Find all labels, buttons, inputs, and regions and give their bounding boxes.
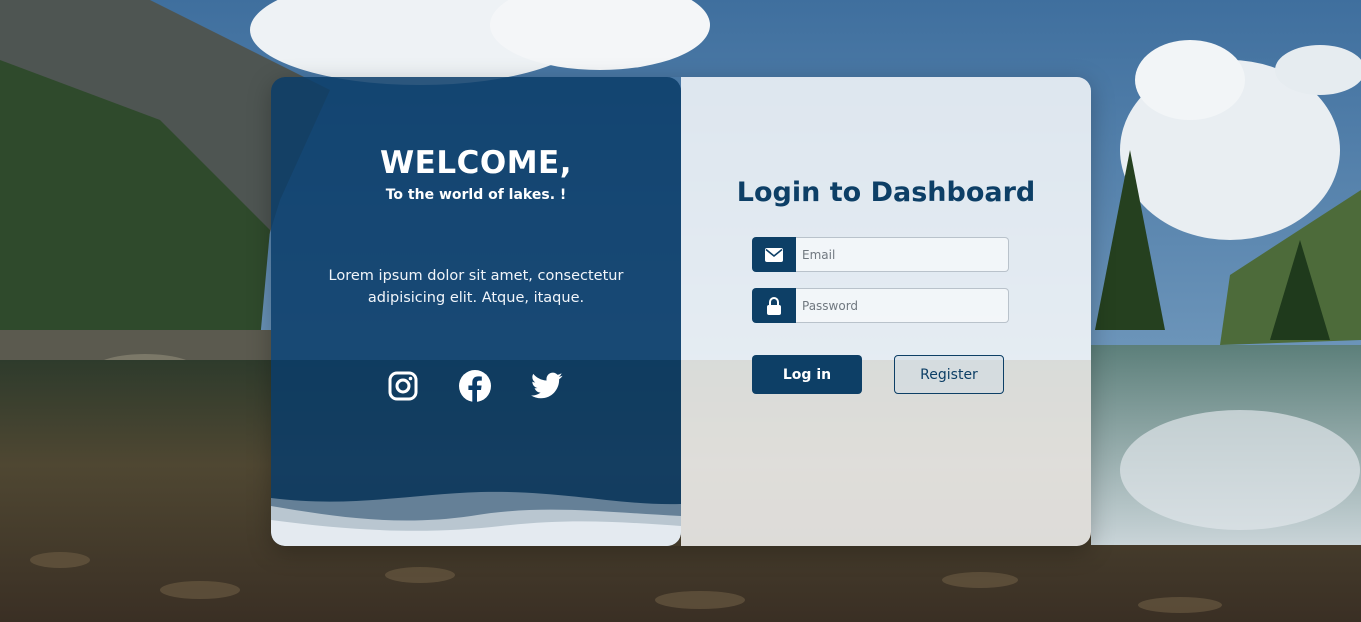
email-field-group (752, 237, 1009, 272)
envelope-icon (752, 237, 796, 272)
facebook-icon[interactable] (459, 369, 491, 403)
welcome-description: Lorem ipsum dolor sit amet, consectetur … (328, 268, 624, 306)
welcome-subtitle: To the world of lakes. ! (385, 187, 567, 203)
wave-decoration (271, 491, 681, 546)
login-panel: Login to Dashboard Log in Register (681, 77, 1091, 546)
login-button[interactable]: Log in (752, 355, 862, 394)
welcome-panel: WELCOME, To the world of lakes. ! Lorem … (271, 77, 681, 546)
email-input[interactable] (796, 237, 1009, 272)
password-input[interactable] (796, 288, 1009, 323)
twitter-icon[interactable] (531, 369, 563, 403)
welcome-title: WELCOME, (379, 145, 573, 181)
password-field-group (752, 288, 1009, 323)
instagram-icon[interactable] (387, 369, 419, 403)
login-card: Login to Dashboard Log in Register W (271, 77, 1091, 546)
lock-icon (752, 288, 796, 323)
login-title: Login to Dashboard (736, 177, 1036, 208)
register-button[interactable]: Register (894, 355, 1004, 394)
social-links (387, 369, 563, 403)
